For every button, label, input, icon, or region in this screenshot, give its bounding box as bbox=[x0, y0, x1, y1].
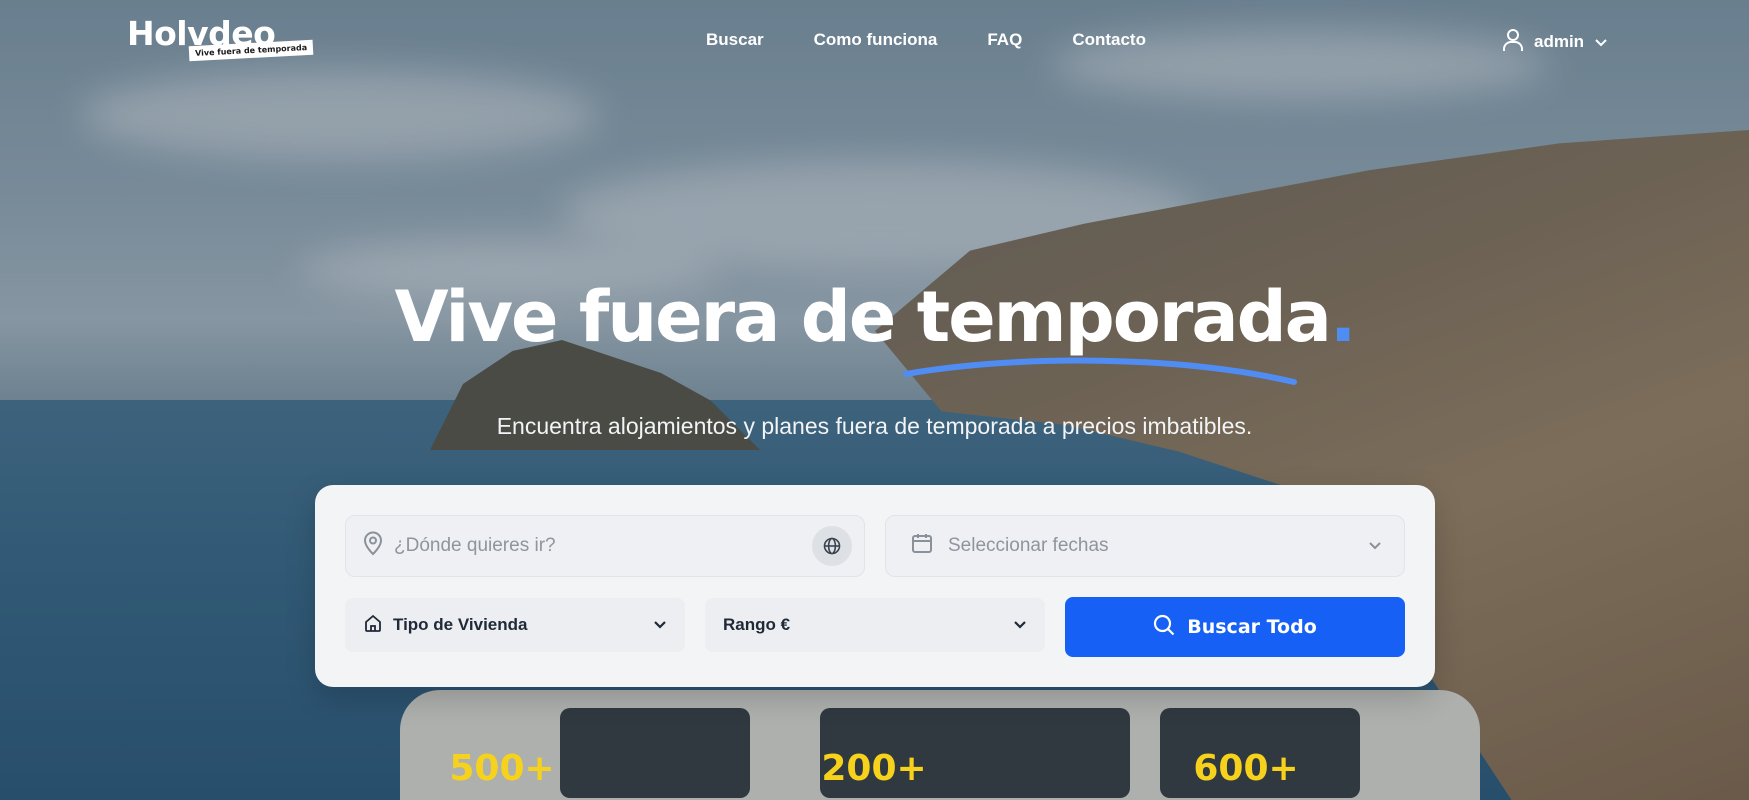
hero-title: Vive fuera de temporada. bbox=[0, 282, 1749, 352]
price-range-label: Rango € bbox=[723, 615, 791, 634]
user-icon bbox=[1502, 28, 1524, 56]
housing-type-label: Tipo de Vivienda bbox=[393, 615, 528, 634]
main-nav: Buscar Como funciona FAQ Contacto bbox=[706, 30, 1146, 50]
user-menu[interactable]: admin bbox=[1502, 28, 1608, 56]
search-card: Seleccionar fechas Tipo de Vivienda Rang… bbox=[315, 485, 1435, 687]
hero-title-dot: . bbox=[1329, 276, 1357, 358]
location-pin-icon bbox=[362, 530, 384, 562]
price-range-select[interactable]: Rango € bbox=[705, 598, 1045, 652]
hero-subtitle: Encuentra alojamientos y planes fuera de… bbox=[496, 413, 1253, 439]
calendar-icon bbox=[910, 531, 934, 561]
destination-field[interactable] bbox=[345, 515, 865, 577]
date-picker-label: Seleccionar fechas bbox=[948, 535, 1109, 556]
search-all-label: Buscar Todo bbox=[1187, 616, 1317, 638]
chevron-down-icon bbox=[1368, 535, 1382, 557]
stat-value: 200+ bbox=[821, 748, 927, 789]
hero-title-text: Vive fuera de temporada bbox=[394, 276, 1331, 358]
title-underline-decoration bbox=[903, 357, 1297, 385]
destination-input[interactable] bbox=[394, 535, 802, 557]
chevron-down-icon bbox=[653, 615, 667, 635]
globe-icon[interactable] bbox=[812, 526, 852, 566]
nav-link-buscar[interactable]: Buscar bbox=[706, 30, 764, 50]
stat-value: 500+ bbox=[449, 748, 555, 789]
site-header: Holvdeo Vive fuera de temporada Buscar C… bbox=[0, 0, 1749, 84]
user-name: admin bbox=[1534, 32, 1585, 51]
nav-link-como-funciona[interactable]: Como funciona bbox=[814, 30, 938, 50]
nav-link-contacto[interactable]: Contacto bbox=[1072, 30, 1146, 50]
search-all-button[interactable]: Buscar Todo bbox=[1065, 597, 1405, 657]
stat-value: 600+ bbox=[1193, 748, 1299, 789]
housing-type-select[interactable]: Tipo de Vivienda bbox=[345, 598, 685, 652]
chevron-down-icon bbox=[1594, 33, 1608, 52]
date-picker[interactable]: Seleccionar fechas bbox=[885, 515, 1405, 577]
home-icon bbox=[363, 613, 383, 638]
nav-link-faq[interactable]: FAQ bbox=[987, 30, 1022, 50]
chevron-down-icon bbox=[1013, 615, 1027, 635]
logo[interactable]: Holvdeo Vive fuera de temporada bbox=[127, 17, 314, 62]
search-icon bbox=[1153, 614, 1175, 641]
